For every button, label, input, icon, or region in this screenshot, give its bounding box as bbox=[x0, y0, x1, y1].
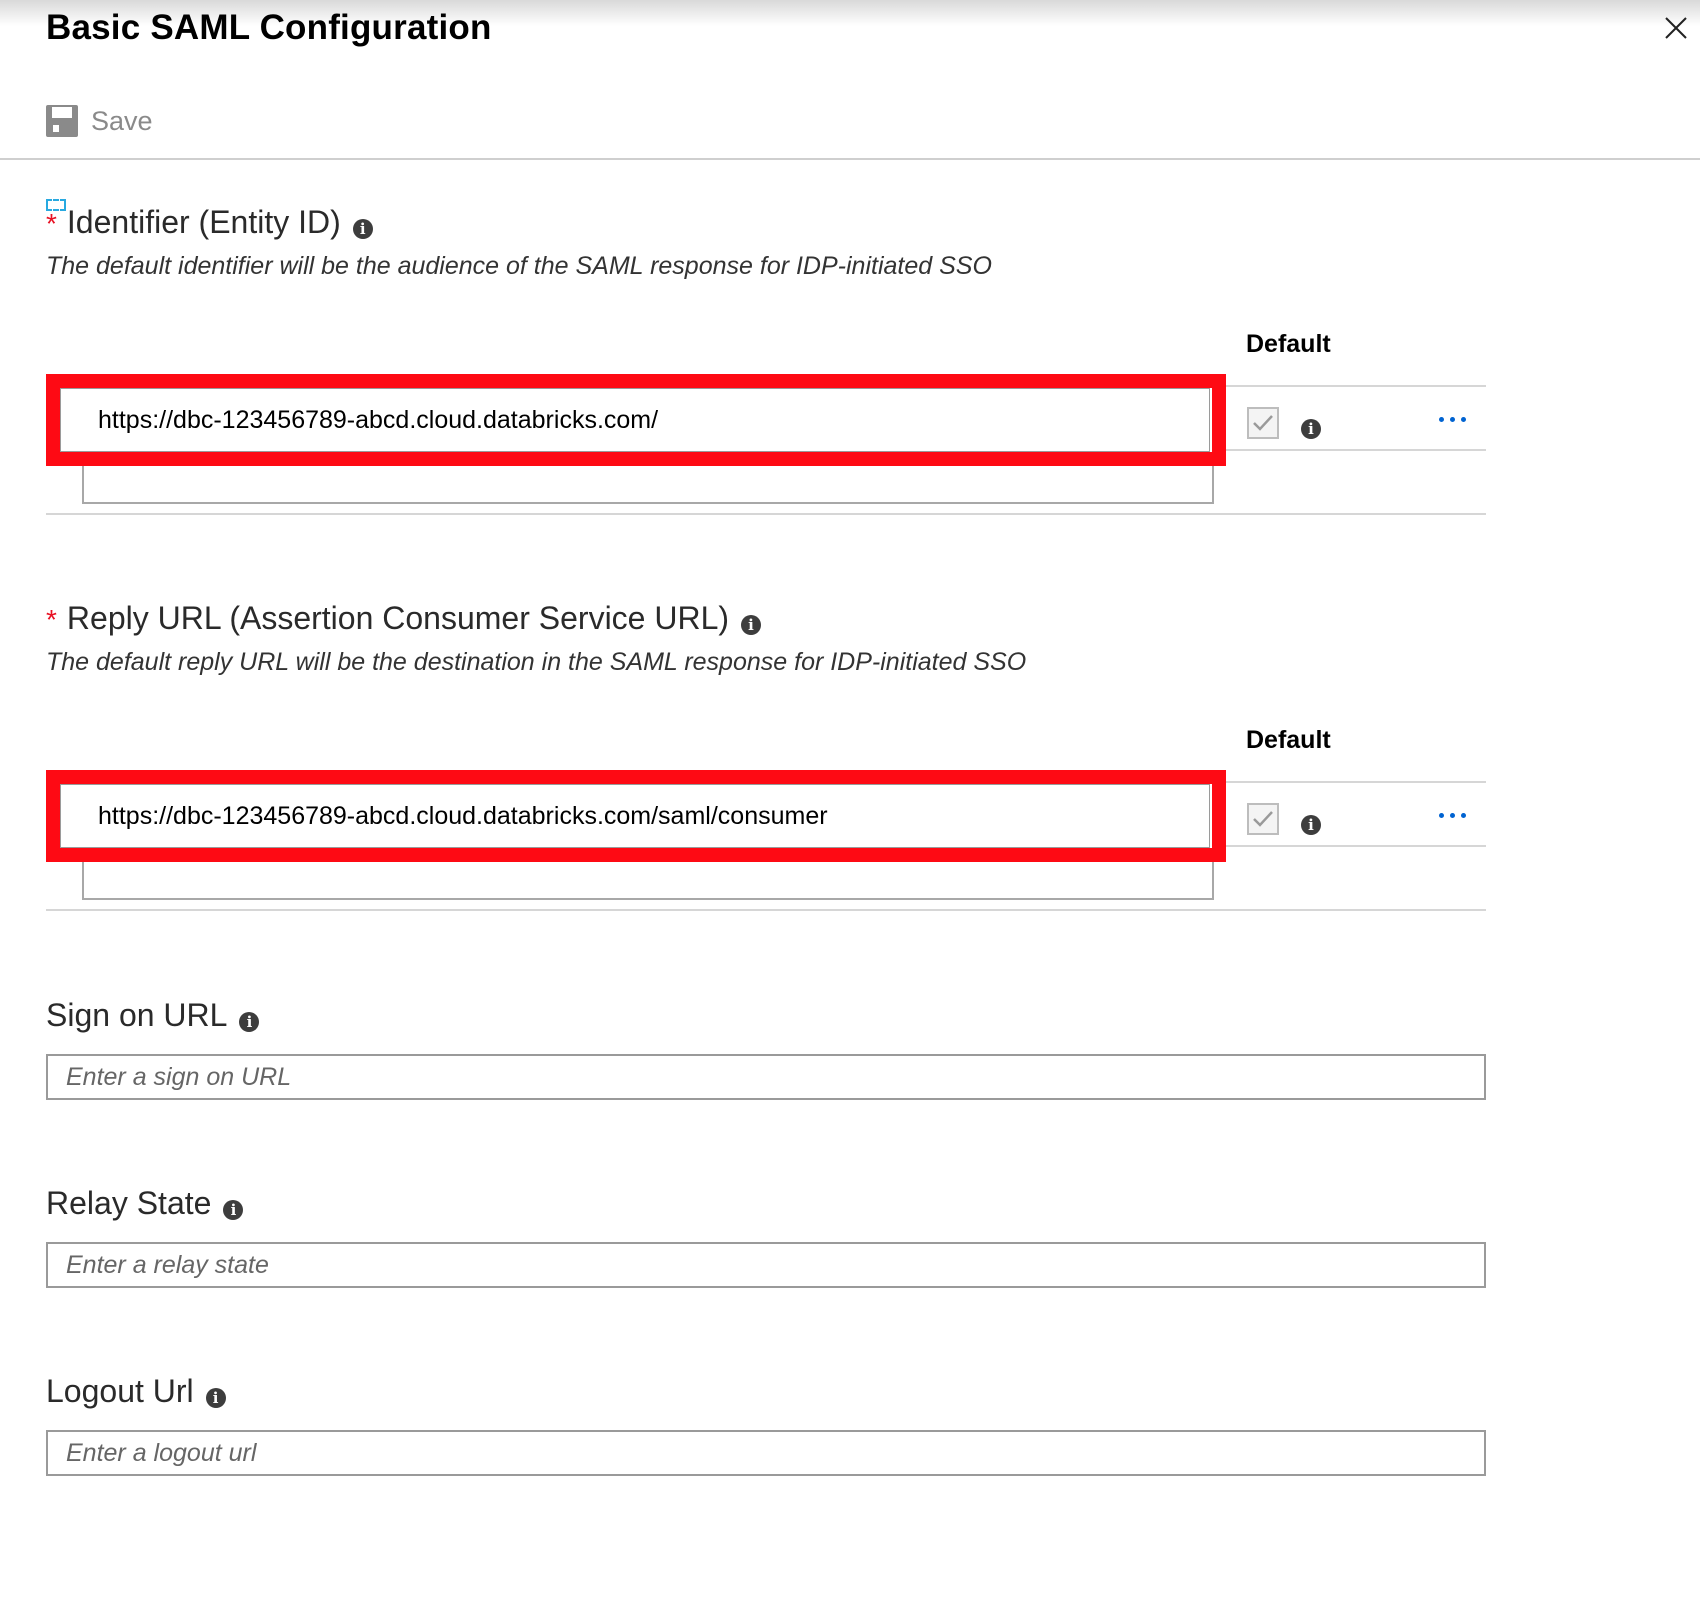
sign-on-url-input[interactable]: Enter a sign on URL bbox=[46, 1054, 1486, 1100]
relay-state-input[interactable]: Enter a relay state bbox=[46, 1242, 1486, 1288]
reply-url-input[interactable]: https://dbc-123456789-abcd.cloud.databri… bbox=[60, 784, 1210, 848]
info-icon[interactable]: i bbox=[1301, 815, 1321, 835]
row-divider bbox=[1226, 385, 1486, 387]
row-divider bbox=[1226, 845, 1486, 847]
info-icon[interactable]: i bbox=[1301, 419, 1321, 439]
save-label: Save bbox=[91, 105, 153, 136]
required-marker: * bbox=[46, 603, 57, 635]
row-divider bbox=[1226, 449, 1486, 451]
checkmark-icon bbox=[1253, 415, 1273, 431]
identifier-label-text: Identifier (Entity ID) bbox=[66, 204, 341, 240]
identifier-default-checkbox[interactable] bbox=[1247, 407, 1279, 439]
required-marker: * bbox=[46, 207, 57, 239]
identifier-label: * Identifier (Entity ID) i bbox=[46, 204, 373, 241]
reply-url-default-header: Default bbox=[1246, 726, 1331, 754]
close-icon bbox=[1665, 17, 1687, 39]
section-divider bbox=[46, 513, 1486, 515]
save-button[interactable]: Save bbox=[45, 103, 153, 139]
info-icon[interactable]: i bbox=[223, 1199, 244, 1220]
info-icon[interactable]: i bbox=[239, 1011, 260, 1032]
logout-url-input[interactable]: Enter a logout url bbox=[46, 1430, 1486, 1476]
identifier-url-input[interactable]: https://dbc-123456789-abcd.cloud.databri… bbox=[60, 388, 1210, 452]
reply-url-default-checkbox[interactable] bbox=[1247, 803, 1279, 835]
panel-title: Basic SAML Configuration bbox=[46, 8, 492, 47]
reply-url-label: * Reply URL (Assertion Consumer Service … bbox=[46, 600, 762, 637]
relay-state-label-text: Relay State bbox=[46, 1185, 212, 1221]
logout-url-label-text: Logout Url bbox=[46, 1373, 194, 1409]
info-icon[interactable]: i bbox=[352, 218, 373, 239]
identifier-description: The default identifier will be the audie… bbox=[46, 252, 992, 280]
identifier-new-url-input[interactable] bbox=[82, 466, 1214, 504]
section-divider bbox=[46, 909, 1486, 911]
info-icon[interactable]: i bbox=[205, 1387, 226, 1408]
reply-url-description: The default reply URL will be the destin… bbox=[46, 648, 1027, 676]
reply-url-new-url-input[interactable] bbox=[82, 862, 1214, 900]
identifier-default-header: Default bbox=[1246, 330, 1331, 358]
close-button[interactable] bbox=[1660, 12, 1692, 44]
toolbar-divider bbox=[0, 158, 1700, 160]
more-options-icon[interactable] bbox=[1439, 417, 1466, 422]
info-icon[interactable]: i bbox=[741, 614, 762, 635]
more-options-icon[interactable] bbox=[1439, 813, 1466, 818]
checkmark-icon bbox=[1253, 811, 1273, 827]
logout-url-label: Logout Url i bbox=[46, 1373, 226, 1410]
save-icon bbox=[46, 105, 78, 137]
row-divider bbox=[1226, 781, 1486, 783]
relay-state-label: Relay State i bbox=[46, 1185, 244, 1222]
sign-on-url-label: Sign on URL i bbox=[46, 997, 260, 1034]
reply-url-label-text: Reply URL (Assertion Consumer Service UR… bbox=[66, 600, 730, 636]
sign-on-url-label-text: Sign on URL bbox=[46, 997, 228, 1033]
